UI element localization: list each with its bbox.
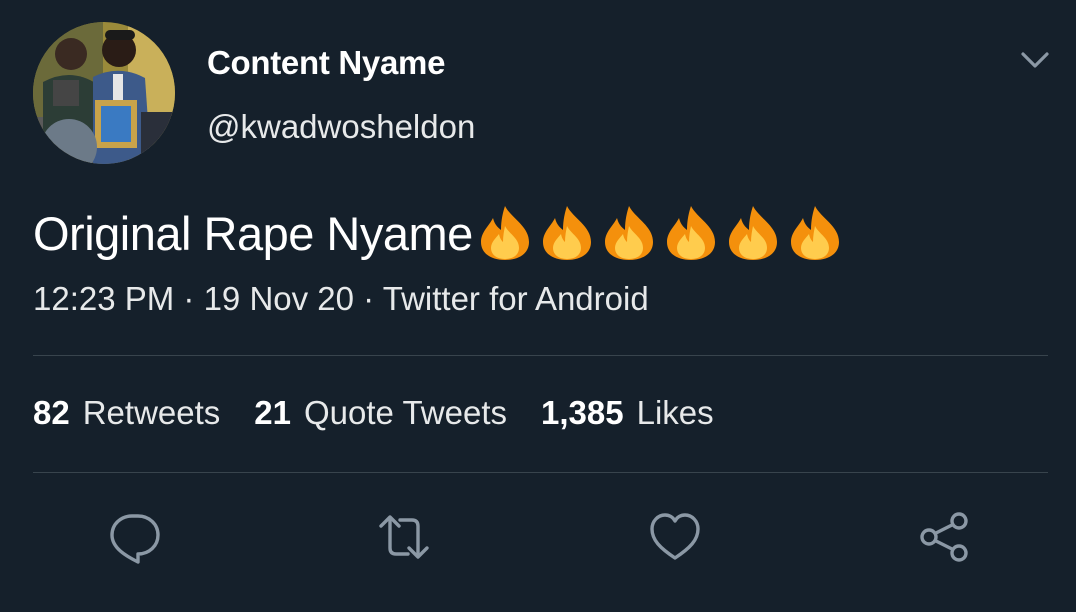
divider <box>33 355 1048 356</box>
like-icon[interactable] <box>648 510 702 564</box>
fire-icon <box>728 206 777 260</box>
fire-icon <box>790 206 839 260</box>
tweet-timestamp-source[interactable]: 12:23 PM · 19 Nov 20 · Twitter for Andro… <box>33 280 649 318</box>
fire-icon <box>542 206 591 260</box>
divider <box>33 472 1048 473</box>
fire-icon <box>604 206 653 260</box>
profile-photo-icon <box>33 22 175 164</box>
author-handle[interactable]: @kwadwosheldon <box>207 108 475 146</box>
fire-icon <box>666 206 715 260</box>
fire-icon <box>480 206 529 260</box>
quote-tweets-label: Quote Tweets <box>304 394 508 431</box>
retweets-stat[interactable]: 82 Retweets <box>33 394 220 432</box>
tweet-stats: 82 Retweets 21 Quote Tweets 1,385 Likes <box>33 394 748 432</box>
chevron-down-icon[interactable] <box>1015 45 1055 75</box>
quote-tweets-count: 21 <box>254 394 291 431</box>
author-display-name[interactable]: Content Nyame <box>207 44 445 82</box>
quote-tweets-stat[interactable]: 21 Quote Tweets <box>254 394 507 432</box>
likes-label: Likes <box>636 394 714 431</box>
likes-count: 1,385 <box>541 394 624 431</box>
likes-stat[interactable]: 1,385 Likes <box>541 394 714 432</box>
tweet-text: Original Rape Nyame <box>33 200 847 266</box>
share-icon[interactable] <box>917 510 971 564</box>
retweets-label: Retweets <box>82 394 221 431</box>
retweet-icon[interactable] <box>377 510 431 564</box>
avatar[interactable] <box>33 22 175 164</box>
fire-emoji-group <box>475 204 847 262</box>
tweet-body: Original Rape Nyame <box>33 206 473 260</box>
tweet-detail: Content Nyame @kwadwosheldon Original Ra… <box>0 0 1076 612</box>
retweets-count: 82 <box>33 394 70 431</box>
reply-icon[interactable] <box>108 510 162 564</box>
